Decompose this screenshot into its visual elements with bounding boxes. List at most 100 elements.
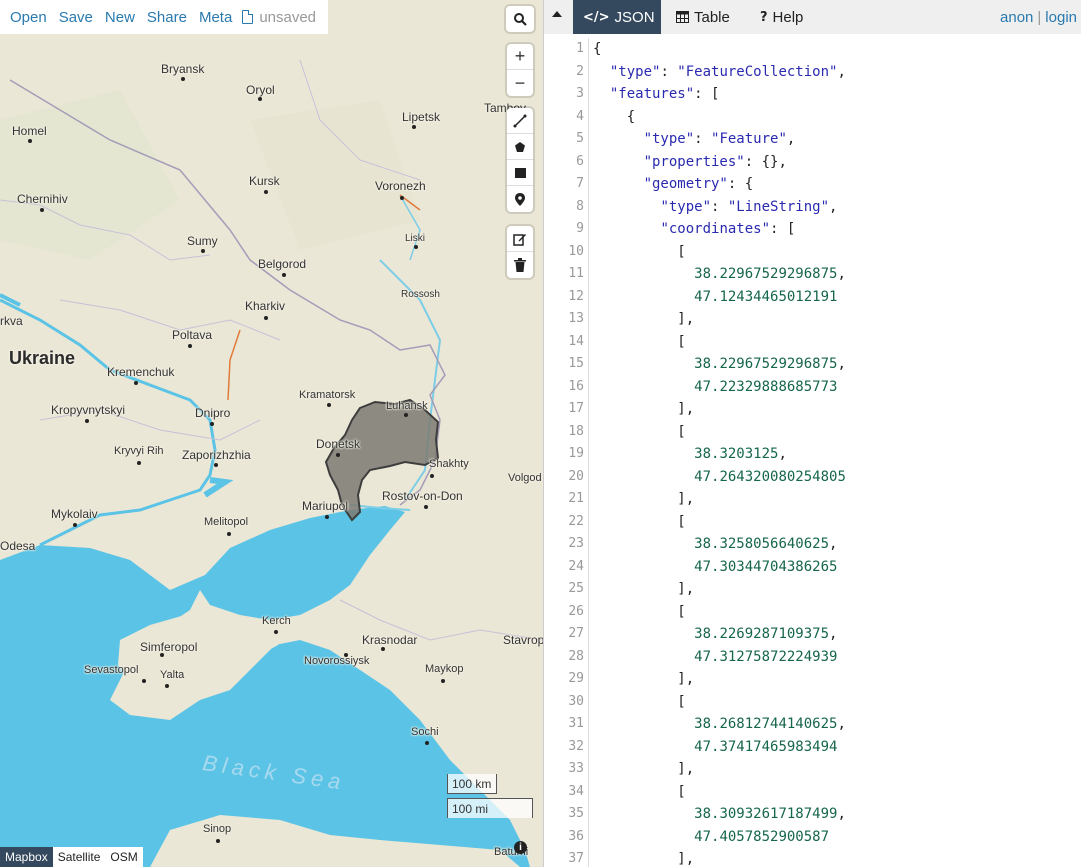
code-line[interactable]: 36 47.4057852900587: [544, 826, 1081, 849]
line-number: 10: [568, 243, 584, 259]
code-line[interactable]: 5 "type": "Feature",: [544, 128, 1081, 151]
line-number: 23: [568, 536, 584, 551]
map-label-kerch: Kerch: [262, 615, 291, 627]
map-label-bryansk: Bryansk: [161, 62, 205, 76]
meta-button[interactable]: Meta: [193, 9, 238, 26]
json-punctuation: ],: [677, 761, 695, 777]
code-line[interactable]: 9 "coordinates": [: [544, 218, 1081, 241]
draw-line-button[interactable]: [507, 108, 533, 134]
city-marker: [188, 344, 192, 348]
code-line[interactable]: 24 47.30344704386265: [544, 556, 1081, 579]
tab-json[interactable]: </> JSON: [573, 0, 661, 34]
city-marker: [210, 422, 214, 426]
code-line[interactable]: 33 ],: [544, 758, 1081, 781]
json-string: "LineString": [727, 198, 830, 215]
code-text: 38.30932617187499,: [593, 803, 846, 826]
code-line[interactable]: 37 ],: [544, 848, 1081, 867]
json-number: 38.3258056640625: [694, 536, 830, 552]
code-text: "coordinates": [: [593, 218, 795, 241]
code-line[interactable]: 1{: [544, 38, 1081, 61]
code-line[interactable]: 19 38.3203125,: [544, 443, 1081, 466]
map-label-kyiv: rkva: [0, 314, 23, 328]
draw-rectangle-button[interactable]: [507, 160, 533, 186]
draw-marker-button[interactable]: [507, 186, 533, 212]
delete-features-button[interactable]: [507, 252, 533, 278]
collapse-panel-icon[interactable]: [552, 11, 562, 17]
code-line[interactable]: 7 "geometry": {: [544, 173, 1081, 196]
zoom-out-button[interactable]: −: [507, 70, 533, 96]
code-line[interactable]: 8 "type": "LineString",: [544, 196, 1081, 219]
code-line[interactable]: 11 38.22967529296875,: [544, 263, 1081, 286]
json-editor[interactable]: 1{2 "type": "FeatureCollection", 3 "featu…: [544, 38, 1081, 867]
code-text: "type": "Feature",: [593, 128, 796, 151]
code-line[interactable]: 16 47.22329888685773: [544, 376, 1081, 399]
city-marker: [165, 684, 169, 688]
json-key: "coordinates": [660, 221, 771, 237]
share-button[interactable]: Share: [141, 9, 193, 26]
search-button[interactable]: [506, 6, 534, 32]
map-label-poltava: Poltava: [172, 328, 213, 342]
json-key: "features": [609, 86, 695, 102]
line-number: 4: [576, 108, 584, 124]
line-number: 27: [568, 626, 584, 641]
map-label-shakhty: Shakhty: [429, 458, 469, 470]
code-line[interactable]: 4 {: [544, 106, 1081, 129]
login-link[interactable]: login: [1045, 9, 1077, 26]
code-line[interactable]: 34 [: [544, 781, 1081, 804]
code-line[interactable]: 29 ],: [544, 668, 1081, 691]
layer-osm-button[interactable]: OSM: [105, 847, 142, 867]
polygon-icon: [515, 141, 525, 152]
code-line[interactable]: 3 "features": [: [544, 83, 1081, 106]
map-pane[interactable]: Bryansk Oryol Tambov Homel Lipetsk Kursk…: [0, 0, 543, 867]
code-line[interactable]: 27 38.2269287109375,: [544, 623, 1081, 646]
code-line[interactable]: 35 38.30932617187499,: [544, 803, 1081, 826]
tab-table[interactable]: Table: [666, 0, 740, 34]
json-key: "geometry": [643, 176, 728, 192]
code-line[interactable]: 26 [: [544, 601, 1081, 624]
panel-header: </> JSON Table ? Help anon | login: [544, 0, 1081, 34]
code-line[interactable]: 12 47.12434465012191: [544, 286, 1081, 309]
unsaved-status[interactable]: unsaved: [238, 9, 322, 26]
map-toolbar: Open Save New Share Meta unsaved: [0, 0, 329, 34]
open-button[interactable]: Open: [4, 9, 53, 26]
code-line[interactable]: 20 47.264320080254805: [544, 466, 1081, 489]
code-line[interactable]: 30 [: [544, 691, 1081, 714]
save-button[interactable]: Save: [53, 9, 99, 26]
code-text: 47.4057852900587: [593, 826, 829, 849]
map-label-rossosh: Rossosh: [401, 289, 440, 300]
code-line[interactable]: 31 38.26812744140625,: [544, 713, 1081, 736]
code-line[interactable]: 25 ],: [544, 578, 1081, 601]
map-label-luhansk: Luhansk: [386, 400, 428, 412]
draw-polygon-button[interactable]: [507, 134, 533, 160]
tab-help[interactable]: ? Help: [750, 0, 813, 34]
code-line[interactable]: 13 ],: [544, 308, 1081, 331]
code-line[interactable]: 32 47.37417465983494: [544, 736, 1081, 759]
code-line[interactable]: 22 [: [544, 511, 1081, 534]
code-line[interactable]: 14 [: [544, 331, 1081, 354]
code-line[interactable]: 28 47.31275872224939: [544, 646, 1081, 669]
zoom-in-button[interactable]: +: [507, 44, 533, 70]
code-line[interactable]: 2 "type": "FeatureCollection",: [544, 61, 1081, 84]
code-line[interactable]: 10 [: [544, 241, 1081, 264]
line-number: 8: [576, 198, 584, 214]
layer-mapbox-button[interactable]: Mapbox: [0, 847, 53, 867]
code-line[interactable]: 17 ],: [544, 398, 1081, 421]
code-line[interactable]: 23 38.3258056640625,: [544, 533, 1081, 556]
new-button[interactable]: New: [99, 9, 141, 26]
code-text: [: [593, 511, 685, 534]
line-number: 26: [568, 603, 584, 619]
code-line[interactable]: 21 ],: [544, 488, 1081, 511]
map-canvas[interactable]: [0, 0, 543, 867]
city-marker: [160, 653, 164, 657]
attribution-info-button[interactable]: i: [514, 841, 527, 854]
code-line[interactable]: 18 [: [544, 421, 1081, 444]
map-label-lipetsk: Lipetsk: [402, 110, 441, 124]
user-link[interactable]: anon: [1000, 9, 1033, 26]
code-line[interactable]: 15 38.22967529296875,: [544, 353, 1081, 376]
edit-controls: [507, 226, 533, 278]
json-punctuation: ,: [829, 198, 838, 215]
code-line[interactable]: 6 "properties": {},: [544, 151, 1081, 174]
city-marker: [430, 474, 434, 478]
layer-satellite-button[interactable]: Satellite: [53, 847, 106, 867]
edit-features-button[interactable]: [507, 226, 533, 252]
